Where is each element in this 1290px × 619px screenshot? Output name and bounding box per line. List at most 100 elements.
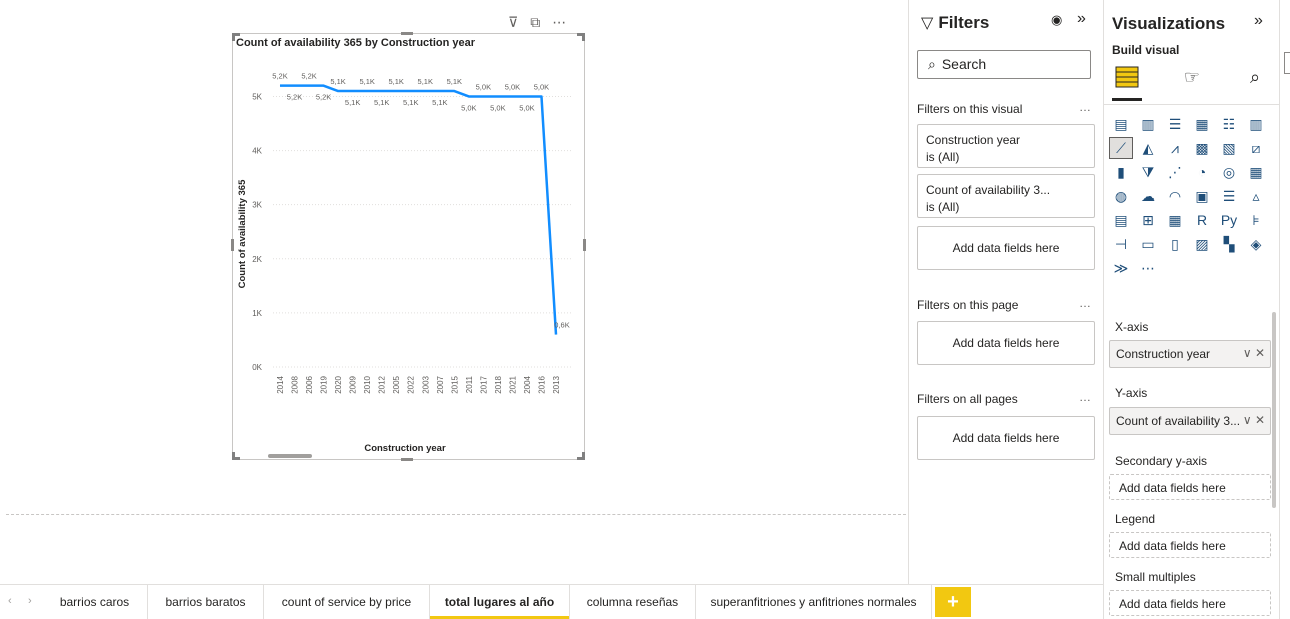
field-actions[interactable]: ∨ ✕: [1243, 413, 1265, 427]
visual-type-icon[interactable]: ⋯: [1137, 258, 1159, 278]
visual-filter-icon[interactable]: ⊽: [508, 14, 518, 30]
visual-type-icon[interactable]: ▵: [1245, 186, 1267, 206]
tab-total-lugares-al-ano[interactable]: total lugares al año: [430, 585, 570, 619]
data-labels: 5,2K 5,2K 5,2K 5,2K 5,1K 5,1K 5,1K 5,1K 5,1K 5,1K…: [272, 72, 569, 330]
chart-title: Count of availability 365 by Constructio…: [236, 37, 476, 49]
y-tick-label: 5K: [252, 92, 262, 101]
report-canvas[interactable]: ⊽ ⧉ ⋯ Count of availability 365 by Const…: [0, 0, 908, 584]
analytics-tab[interactable]: ⌕: [1240, 62, 1270, 92]
more-options-icon[interactable]: ⋯: [552, 14, 566, 30]
data-pane-search-box[interactable]: [1284, 52, 1290, 74]
visual-filter-drop-zone[interactable]: Add data fields here: [917, 226, 1095, 270]
eye-icon[interactable]: ◉: [1051, 12, 1062, 28]
visual-type-icon[interactable]: ▧: [1218, 138, 1240, 158]
visual-type-icon[interactable]: ▮: [1110, 162, 1132, 182]
visual-type-icon[interactable]: ◎: [1218, 162, 1240, 182]
visual-type-icon[interactable]: ▭: [1137, 234, 1159, 254]
visual-type-icon[interactable]: ◈: [1245, 234, 1267, 254]
build-visual-tab[interactable]: [1112, 62, 1142, 92]
secondary-y-axis-drop-zone[interactable]: Add data fields here: [1109, 474, 1271, 500]
visual-type-icon[interactable]: ⊞: [1137, 210, 1159, 230]
visual-type-icon[interactable]: ▥: [1245, 114, 1267, 134]
visual-type-gallery: ▤ ▥ ☰ ▦ ☷ ▥ ⟋ ◭ ⩘ ▩ ▧ ⧄ ▮ ⧩ ⋰ ◔ ◎ ▦ ◍ ☁ ◠ ▣ ☰ ▵ ▤ ⊞ ▦ R Py ⊧ ⊣ ▭ ▯ ▨ ▚ ◈ ≫ ⋯: [1109, 114, 1270, 280]
visual-type-icon[interactable]: R: [1191, 210, 1213, 230]
visual-type-icon[interactable]: ⊧: [1245, 210, 1267, 230]
visual-type-icon[interactable]: ▦: [1164, 210, 1186, 230]
filters-on-visual-label: Filters on this visual: [917, 102, 1023, 116]
format-visual-tab[interactable]: ☞: [1177, 62, 1207, 92]
filter-field-name: Construction year: [926, 133, 1021, 147]
visual-type-icon[interactable]: ⧄: [1245, 138, 1267, 158]
visual-type-icon[interactable]: ◭: [1137, 138, 1159, 158]
collapse-visualizations-icon[interactable]: »: [1254, 12, 1263, 30]
visual-type-icon[interactable]: ▦: [1191, 114, 1213, 134]
visual-type-icon[interactable]: ☰: [1164, 114, 1186, 134]
next-page-arrow-icon[interactable]: ›: [28, 595, 32, 607]
filters-search-input[interactable]: ⌕ Search: [917, 50, 1091, 79]
visual-type-icon[interactable]: ≫: [1110, 258, 1132, 278]
x-tick-label: 2015: [450, 375, 459, 393]
page-filter-drop-zone[interactable]: Add data fields here: [917, 321, 1095, 365]
x-tick-label: 2014: [276, 375, 285, 393]
data-label: 5,1K: [374, 98, 389, 107]
field-actions[interactable]: ∨ ✕: [1243, 346, 1265, 360]
visual-type-icon[interactable]: Py: [1218, 210, 1240, 230]
visual-type-icon[interactable]: ▨: [1191, 234, 1213, 254]
visual-header-toolbar: ⊽ ⧉ ⋯: [508, 14, 566, 30]
more-options-icon[interactable]: …: [1079, 296, 1091, 310]
chart-plot: Count of availability 365 by Constructio…: [236, 37, 573, 454]
visual-type-icon[interactable]: ⋰: [1164, 162, 1186, 182]
x-tick-label: 2010: [363, 375, 372, 393]
tab-count-of-service-by-price[interactable]: count of service by price: [264, 585, 430, 619]
visual-type-icon[interactable]: ⊣: [1110, 234, 1132, 254]
visual-type-icon[interactable]: ◔: [1191, 162, 1213, 182]
visual-type-icon[interactable]: ▤: [1110, 210, 1132, 230]
more-options-icon[interactable]: …: [1079, 100, 1091, 114]
visual-type-icon[interactable]: ☁: [1137, 186, 1159, 206]
visualizations-scrollbar[interactable]: [1272, 312, 1276, 508]
visual-type-icon[interactable]: ⩘: [1164, 138, 1186, 158]
series-line[interactable]: [279, 84, 558, 335]
x-tick-label: 2017: [479, 375, 488, 393]
add-page-button[interactable]: +: [935, 587, 971, 617]
x-axis-field[interactable]: Construction year ∨ ✕: [1109, 340, 1271, 368]
focus-mode-icon[interactable]: ⧉: [530, 14, 540, 30]
visual-type-icon[interactable]: ⟋: [1109, 137, 1133, 159]
tab-barrios-baratos[interactable]: barrios baratos: [148, 585, 264, 619]
filters-title-text: Filters: [938, 13, 990, 32]
visual-type-icon[interactable]: ◍: [1110, 186, 1132, 206]
collapse-filters-icon[interactable]: »: [1077, 10, 1086, 28]
series-line-path[interactable]: [280, 84, 558, 335]
visual-type-icon[interactable]: ▦: [1245, 162, 1267, 182]
x-tick-label: 2022: [407, 375, 416, 393]
visual-type-icon[interactable]: ◠: [1164, 186, 1186, 206]
visual-type-icon[interactable]: ⧩: [1137, 162, 1159, 182]
filter-card-construction-year[interactable]: Construction year is (All): [917, 124, 1095, 168]
tab-barrios-caros[interactable]: barrios caros: [42, 585, 148, 619]
data-pane-collapsed[interactable]: [1279, 0, 1290, 619]
chart-horizontal-scrollbar[interactable]: [268, 454, 312, 458]
all-pages-filter-drop-zone[interactable]: Add data fields here: [917, 416, 1095, 460]
filter-card-count-availability[interactable]: Count of availability 3... is (All): [917, 174, 1095, 218]
tab-columna-resenas[interactable]: columna reseñas: [570, 585, 696, 619]
visual-type-icon[interactable]: ☰: [1218, 186, 1240, 206]
visual-type-icon[interactable]: ▚: [1218, 234, 1240, 254]
small-multiples-drop-zone[interactable]: Add data fields here: [1109, 590, 1271, 616]
y-axis-field[interactable]: Count of availability 3... ∨ ✕: [1109, 407, 1271, 435]
data-label: 5,0K: [461, 103, 476, 112]
legend-drop-zone[interactable]: Add data fields here: [1109, 532, 1271, 558]
visual-type-icon[interactable]: ▯: [1164, 234, 1186, 254]
visual-type-icon[interactable]: ▥: [1137, 114, 1159, 134]
visual-type-icon[interactable]: ▣: [1191, 186, 1213, 206]
visual-type-icon[interactable]: ▤: [1110, 114, 1132, 134]
visual-type-icon[interactable]: ☷: [1218, 114, 1240, 134]
x-tick-label: 2007: [436, 375, 445, 393]
visual-type-icon[interactable]: ▩: [1191, 138, 1213, 158]
magnifier-analytics-icon: ⌕: [1249, 66, 1261, 87]
data-label: 5,2K: [272, 72, 287, 81]
more-options-icon[interactable]: …: [1079, 390, 1091, 404]
y-tick-label: 3K: [252, 201, 262, 210]
tab-superanfitriones[interactable]: superanfitriones y anfitriones normales: [696, 585, 932, 619]
line-chart-visual[interactable]: Count of availability 365 by Constructio…: [231, 32, 586, 461]
previous-page-arrow-icon[interactable]: ‹: [8, 595, 12, 607]
